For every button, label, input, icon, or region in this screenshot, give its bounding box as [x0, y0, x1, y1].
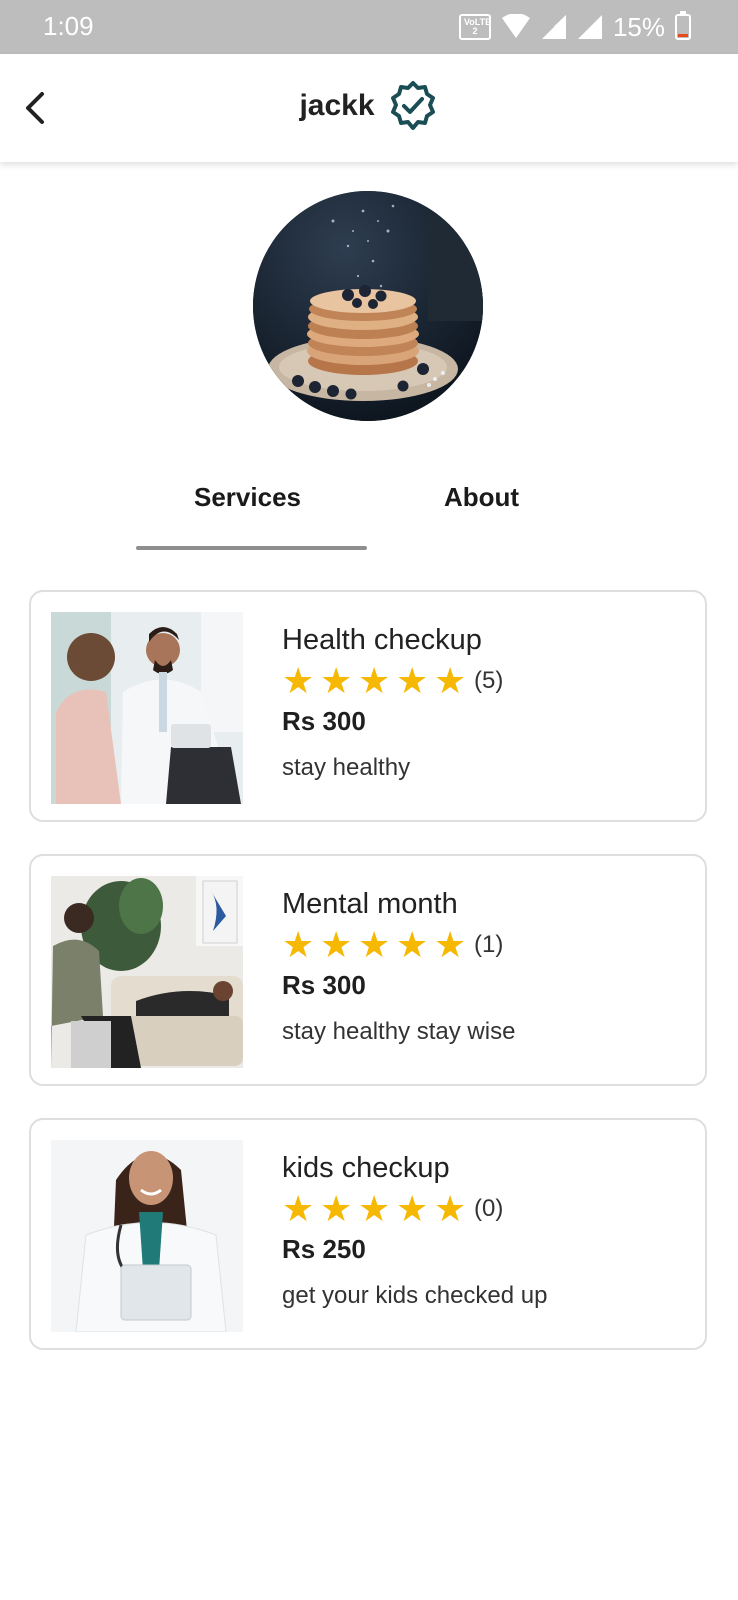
service-price: Rs 300: [282, 970, 366, 1000]
star-icon: ★: [358, 660, 391, 701]
service-description: stay healthy: [282, 754, 411, 781]
tab-indicator: [136, 546, 367, 550]
service-description: get your kids checked up: [282, 1282, 548, 1309]
title-wrap: jackk: [0, 80, 738, 132]
service-title: Mental month: [282, 888, 458, 920]
profile-name: jackk: [299, 89, 375, 122]
status-time: 1:09: [43, 11, 94, 41]
signal-icon-2: [577, 15, 602, 39]
star-icon: ★: [320, 1188, 353, 1229]
rating-stars: ★ ★ ★ ★ ★ (5): [282, 660, 504, 701]
tab-about[interactable]: About: [444, 482, 519, 513]
star-icon: ★: [358, 924, 391, 965]
rating-count: (0): [474, 1195, 504, 1222]
tab-services[interactable]: Services: [194, 482, 301, 513]
rating-stars: ★ ★ ★ ★ ★ (0): [282, 1188, 504, 1229]
star-icon: ★: [434, 660, 467, 701]
star-icon: ★: [320, 660, 353, 701]
status-icons: VoLTE 2 15%: [458, 11, 691, 43]
service-price: Rs 300: [282, 706, 366, 736]
star-icon: ★: [396, 660, 429, 701]
status-bar: 1:09 VoLTE 2 15%: [0, 0, 738, 54]
star-icon: ★: [434, 1188, 467, 1229]
service-card-kids-checkup[interactable]: kids checkup ★ ★ ★ ★ ★ (0) Rs 250 get yo…: [29, 1118, 707, 1350]
star-icon: ★: [282, 1188, 315, 1229]
volte-icon: VoLTE 2: [458, 14, 491, 40]
rating-stars: ★ ★ ★ ★ ★ (1): [282, 924, 504, 965]
service-card-mental-month[interactable]: Mental month ★ ★ ★ ★ ★ (1) Rs 300 stay h…: [29, 854, 707, 1086]
service-description: stay healthy stay wise: [282, 1018, 516, 1045]
service-card-health-checkup[interactable]: Health checkup ★ ★ ★ ★ ★ (5) Rs 300 stay…: [29, 590, 707, 822]
battery-icon: [675, 11, 691, 40]
profile-avatar: [253, 191, 483, 421]
service-image: [51, 1140, 243, 1332]
rating-count: (5): [474, 667, 504, 694]
service-image: [51, 876, 243, 1068]
star-icon: ★: [434, 924, 467, 965]
star-icon: ★: [396, 924, 429, 965]
star-icon: ★: [320, 924, 353, 965]
app-bar: jackk: [0, 54, 738, 162]
battery-percent: 15%: [612, 11, 665, 42]
star-icon: ★: [282, 660, 315, 701]
rating-count: (1): [474, 931, 504, 958]
star-icon: ★: [358, 1188, 391, 1229]
wifi-icon: [501, 14, 530, 38]
star-icon: ★: [282, 924, 315, 965]
verified-badge-icon: [390, 81, 435, 130]
service-title: kids checkup: [282, 1152, 450, 1184]
pancake-photo: [253, 191, 483, 421]
signal-icon: [541, 15, 566, 39]
service-image: [51, 612, 243, 804]
star-icon: ★: [396, 1188, 429, 1229]
service-title: Health checkup: [282, 624, 482, 656]
service-price: Rs 250: [282, 1234, 366, 1264]
